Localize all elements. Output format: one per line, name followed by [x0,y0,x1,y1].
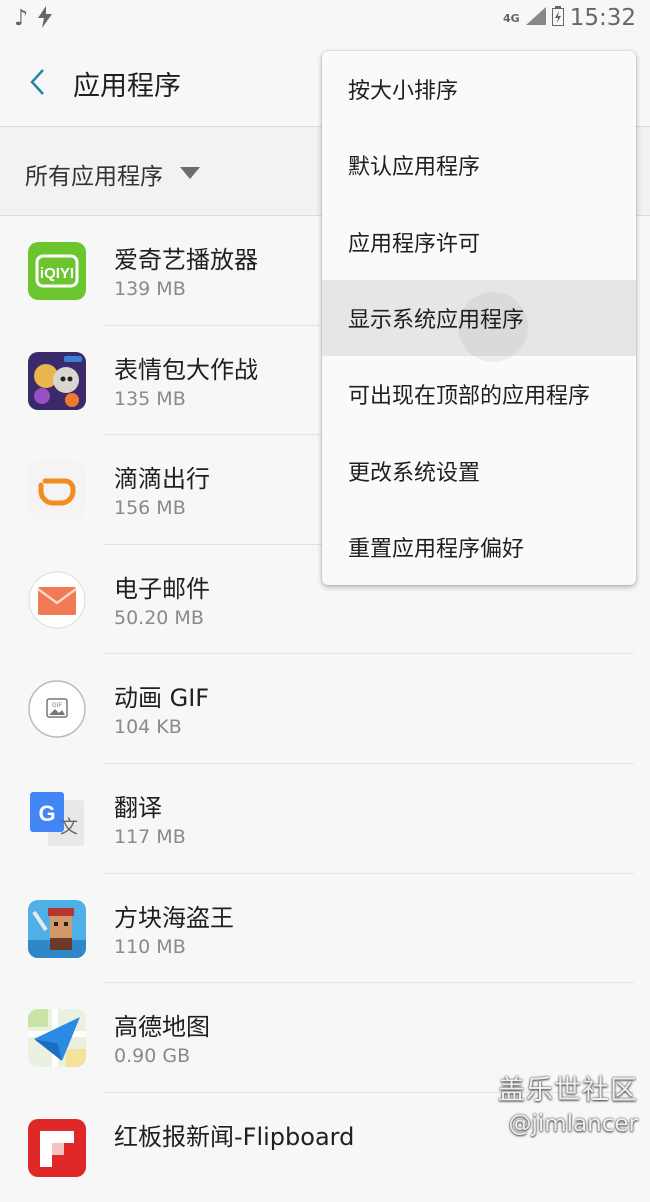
filter-label: 所有应用程序 [25,164,163,190]
emoji-battle-icon [28,351,86,410]
svg-text:文: 文 [60,817,78,838]
app-name: 高德地图 [114,1013,210,1042]
email-icon [28,571,86,629]
flash-icon [38,6,53,34]
app-name: 爱奇艺播放器 [114,246,258,274]
svg-text:iQIYI: iQIYI [40,265,74,282]
watermark-line1: 盖乐世社区 [498,1075,638,1106]
svg-text:GIF: GIF [52,703,62,709]
app-name: 翻译 [114,793,162,822]
app-size: 50.20 MB [114,606,204,629]
watermark-line2: @jimlancer [508,1111,639,1137]
status-time: 15:32 [569,5,636,31]
network-type-label: 4G [503,11,520,25]
app-name: 表情包大作战 [114,355,258,384]
amap-icon [28,1009,86,1068]
back-button[interactable] [20,62,54,102]
status-bar: ♪ 4G 15:32 [0,0,650,40]
didi-icon [28,461,86,520]
app-name: 电子邮件 [114,574,210,603]
back-arrow-icon [30,69,44,95]
list-item[interactable]: GIF 动画 GIF 104 KB [0,654,650,764]
gif-icon: GIF [28,680,86,739]
pirate-game-icon [28,899,86,958]
app-size: 139 MB [114,278,186,300]
app-size: 0.90 GB [114,1045,191,1068]
app-size: 117 MB [114,825,186,848]
battery-icon [551,6,564,30]
music-note-icon: ♪ [14,6,29,31]
menu-item-show-system-apps[interactable]: 显示系统应用程序 [322,279,636,362]
dropdown-arrow-icon [180,167,200,179]
page-title: 应用程序 [73,71,181,102]
menu-item-sort-by-size[interactable]: 按大小排序 [322,51,636,127]
watermark: 盖乐世社区 @jimlancer [498,1068,638,1137]
app-name: 滴滴出行 [114,465,210,494]
flipboard-icon [28,1118,86,1177]
app-size: 104 KB [114,716,182,739]
menu-item-app-permissions[interactable]: 应用程序许可 [322,204,636,280]
app-size: 135 MB [114,387,186,410]
menu-item-default-apps[interactable]: 默认应用程序 [322,127,636,203]
app-size: 156 MB [114,497,186,520]
app-name: 动画 GIF [114,684,210,713]
svg-text:G: G [38,801,55,826]
overflow-menu: 按大小排序 默认应用程序 应用程序许可 显示系统应用程序 可出现在顶部的应用程序… [322,51,636,585]
menu-item-reset-app-preferences[interactable]: 重置应用程序偏好 [322,509,636,585]
iqiyi-icon: iQIYI [28,242,86,300]
signal-icon [525,7,546,29]
app-name: 方块海盗王 [114,903,234,932]
app-size: 110 MB [114,935,186,958]
menu-item-apps-on-top[interactable]: 可出现在顶部的应用程序 [322,356,636,432]
status-left: ♪ [14,6,53,34]
status-right: 4G 15:32 [503,5,636,31]
menu-item-label: 显示系统应用程序 [348,308,525,334]
translate-icon: G文 [28,790,86,848]
menu-item-modify-system-settings[interactable]: 更改系统设置 [322,432,636,508]
list-item[interactable]: G文 翻译 117 MB [0,764,650,874]
app-name: 红板报新闻-Flipboard [114,1122,355,1151]
list-item[interactable]: 方块海盗王 110 MB [0,874,650,984]
